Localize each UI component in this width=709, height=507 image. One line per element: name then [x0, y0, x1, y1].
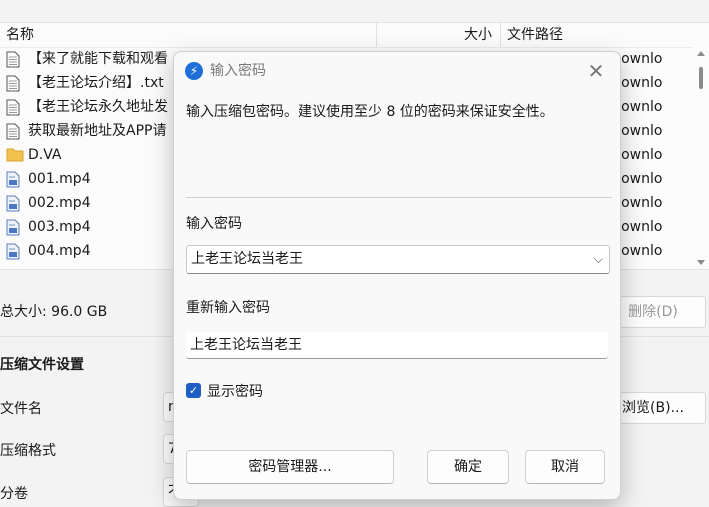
file-name: 【来了就能下载和观看 [28, 51, 168, 67]
text-file-icon [6, 75, 22, 93]
folder-icon [6, 147, 24, 165]
chevron-down-icon[interactable]: ⌵ [594, 246, 603, 273]
show-password-checkbox[interactable]: ✓ [186, 383, 201, 398]
format-label: 压缩格式 [0, 443, 56, 459]
volume-label: 分卷 [0, 486, 28, 502]
file-name: 003.mp4 [28, 219, 91, 235]
column-header-name[interactable]: 名称 [6, 23, 34, 47]
video-file-icon [6, 195, 22, 213]
filename-label: 文件名 [0, 401, 42, 417]
column-header-path[interactable]: 文件路径 [507, 23, 563, 47]
video-file-icon [6, 171, 22, 189]
scrollbar[interactable] [693, 47, 709, 269]
file-name: 004.mp4 [28, 243, 91, 259]
file-name: 【老王论坛永久地址发 [28, 99, 168, 115]
text-file-icon [6, 99, 22, 117]
total-size-label: 总大小: 96.0 GB [0, 304, 108, 320]
dialog-title: 输入密码 [210, 63, 266, 79]
dialog-description: 输入压缩包密码。建议使用至少 8 位的密码来保证安全性。 [186, 104, 554, 120]
close-icon[interactable]: ✕ [582, 58, 610, 84]
reenter-password-label: 重新输入密码 [186, 300, 270, 316]
app-logo-icon: ⚡ [185, 62, 203, 80]
section-title: 压缩文件设置 [0, 357, 84, 373]
password-value: 上老王论坛当老王 [191, 251, 303, 267]
text-file-icon [6, 51, 22, 69]
cancel-button[interactable]: 取消 [525, 450, 605, 484]
scroll-down-icon[interactable] [697, 260, 705, 265]
password-combobox[interactable]: 上老王论坛当老王 ⌵ [186, 245, 610, 274]
password-manager-button[interactable]: 密码管理器... [186, 450, 394, 484]
show-password-label[interactable]: 显示密码 [207, 381, 263, 401]
dialog-title-bar[interactable]: ⚡ 输入密码 ✕ [174, 52, 620, 90]
scrollbar-thumb[interactable] [699, 67, 703, 89]
file-name: 001.mp4 [28, 171, 91, 187]
file-list-header: 名称 大小 文件路径 [0, 23, 709, 48]
file-name: 【老王论坛介绍】.txt [28, 75, 164, 91]
video-file-icon [6, 243, 22, 261]
column-header-size[interactable]: 大小 [464, 23, 492, 47]
text-file-icon [6, 123, 22, 141]
password-dialog: ⚡ 输入密码 ✕ 输入压缩包密码。建议使用至少 8 位的密码来保证安全性。 输入… [173, 51, 621, 500]
password-label: 输入密码 [186, 216, 242, 232]
ok-button[interactable]: 确定 [427, 450, 509, 484]
video-file-icon [6, 219, 22, 237]
reenter-password-field[interactable]: 上老王论坛当老王 [186, 332, 608, 359]
dialog-divider [186, 197, 612, 198]
file-name: D.VA [28, 147, 62, 163]
file-name: 获取最新地址及APP请 [28, 123, 167, 139]
file-name: 002.mp4 [28, 195, 91, 211]
scroll-up-icon[interactable] [697, 51, 705, 56]
